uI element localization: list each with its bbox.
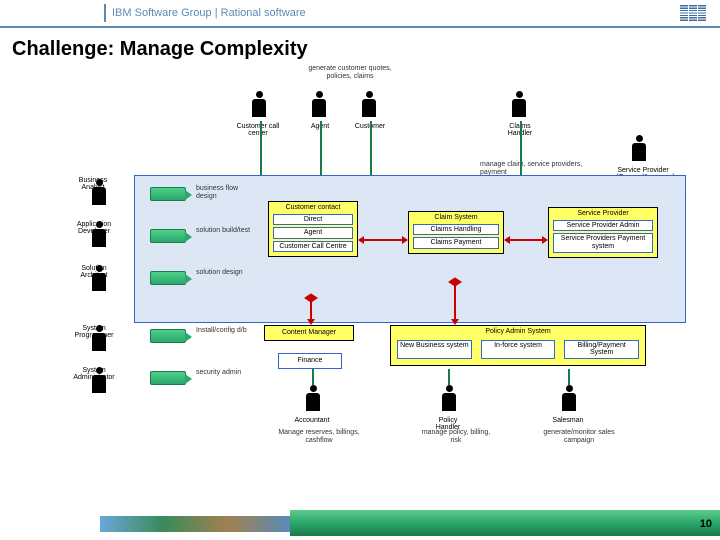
subbox: Claims Payment bbox=[413, 237, 499, 249]
arrow-button bbox=[150, 371, 186, 385]
link-arrow bbox=[364, 239, 402, 241]
arrow-button bbox=[150, 329, 186, 343]
role: Solution Architect bbox=[72, 265, 116, 280]
subbox: Agent bbox=[273, 227, 353, 239]
role: Salesman bbox=[546, 417, 590, 424]
box-service-provider: Service Provider Service Provider Admin … bbox=[548, 207, 658, 258]
subbox: Billing/Payment System bbox=[564, 340, 639, 359]
box-claim-system: Claim System Claims Handling Claims Paym… bbox=[408, 211, 504, 254]
box-title: Customer contact bbox=[270, 204, 356, 212]
note: manage policy, billing, risk bbox=[416, 429, 496, 444]
box-policy-admin: Policy Admin System New Business system … bbox=[390, 325, 646, 366]
box-title: Claim System bbox=[410, 214, 502, 222]
lbl: security admin bbox=[196, 369, 252, 377]
arrow-button bbox=[150, 271, 186, 285]
box-title: Service Provider bbox=[550, 210, 656, 218]
role: System Administrator bbox=[72, 367, 116, 382]
page-number: 10 bbox=[700, 518, 712, 530]
role: Business Analyst bbox=[72, 177, 114, 192]
lbl: business flow design bbox=[196, 185, 252, 200]
ibm-logo-icon bbox=[680, 4, 706, 22]
footer: 10 bbox=[0, 510, 720, 536]
subbox: Direct bbox=[273, 214, 353, 226]
note-top: generate customer quotes, policies, clai… bbox=[300, 65, 400, 80]
subbox: In-force system bbox=[481, 340, 556, 359]
note: Manage reserves, billings, cashflow bbox=[276, 429, 362, 444]
note: generate/monitor sales campaign bbox=[534, 429, 624, 444]
subbox: Service Provider Admin bbox=[553, 220, 653, 232]
box-content-manager: Content Manager bbox=[264, 325, 354, 341]
role: Application Developer bbox=[72, 221, 116, 236]
diagram: generate customer quotes, policies, clai… bbox=[0, 61, 720, 501]
role: Customer call center bbox=[236, 123, 280, 138]
lbl: solution design bbox=[196, 269, 252, 277]
page-title: Challenge: Manage Complexity bbox=[12, 38, 720, 61]
lbl: Install/config d/b bbox=[196, 327, 256, 335]
role: Accountant bbox=[290, 417, 334, 424]
box-title: Policy Admin System bbox=[392, 328, 644, 336]
subbox: Service Providers Payment system bbox=[553, 233, 653, 252]
subbox: New Business system bbox=[397, 340, 472, 359]
box-finance: Finance bbox=[278, 353, 342, 369]
header-brand: IBM Software Group | Rational software bbox=[112, 7, 306, 19]
lbl: solution build/test bbox=[196, 227, 252, 235]
arrow-button bbox=[150, 187, 186, 201]
subbox: Customer Call Centre bbox=[273, 241, 353, 252]
link-arrow bbox=[510, 239, 542, 241]
arrow-button bbox=[150, 229, 186, 243]
box-customer-contact: Customer contact Direct Agent Customer C… bbox=[268, 201, 358, 257]
subbox: Claims Handling bbox=[413, 224, 499, 236]
role: System Programmer bbox=[72, 325, 116, 340]
